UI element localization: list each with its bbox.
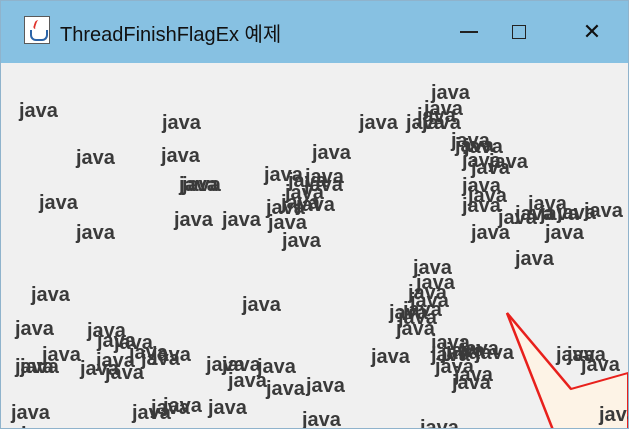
app-window: ThreadFinishFlagEx 예제 ✕ java java java java… [0, 0, 629, 429]
java-label-partial: java [598, 404, 629, 426]
red-callout-arrow: java [505, 312, 629, 428]
